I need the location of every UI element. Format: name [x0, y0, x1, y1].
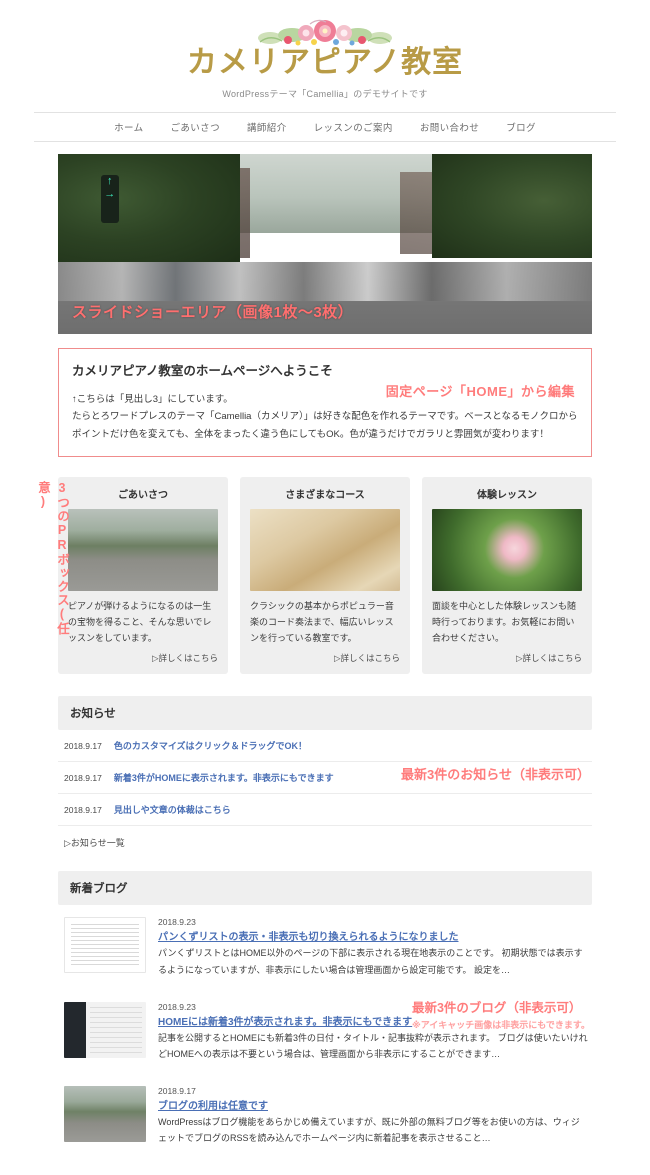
news-list-item[interactable]: 2018.9.17 色のカスタマイズはクリック＆ドラッグでOK！ — [58, 730, 592, 763]
annotation-news: 最新3件のお知らせ（非表示可） — [401, 767, 590, 783]
blog-excerpt: パンくずリストとはHOME以外のページの下部に表示される現在地表示のことです。 … — [158, 948, 583, 975]
news-list-item[interactable]: 2018.9.17 見出しや文章の体裁はこちら — [58, 794, 592, 827]
blog-date: 2018.9.23 — [158, 917, 196, 928]
slide-cars — [58, 261, 592, 302]
pr-box-more-link[interactable]: ▷詳しくはこちら — [68, 652, 218, 664]
traffic-arrow-up: ↑ — [106, 175, 113, 188]
floral-decoration-icon — [258, 19, 392, 46]
annotation-blog: 最新3件のブログ（非表示可） ※アイキャッチ画像は非表示にもできます。 — [412, 997, 590, 1031]
news-heading: お知らせ — [58, 696, 592, 731]
news-date: 2018.9.17 — [64, 805, 102, 816]
pr-box-text: クラシックの基本からポピュラー音楽のコード奏法まで、幅広いレッスンを行っている教… — [250, 601, 394, 643]
pr-box-more-link[interactable]: ▷詳しくはこちら — [250, 652, 400, 664]
annotation-pr-boxes: 3つのPRボックス(任意) — [36, 481, 69, 636]
pr-box-title: ごあいさつ — [118, 490, 168, 502]
nav-link-home[interactable]: ホーム — [114, 123, 143, 134]
pr-box-thumbnail-sheet-music-photo — [250, 509, 400, 592]
global-navigation: ホーム ごあいさつ 講師紹介 レッスンのご案内 お問い合わせ ブログ — [34, 111, 616, 142]
news-date: 2018.9.17 — [64, 773, 102, 784]
nav-item-instructor[interactable]: 講師紹介 — [247, 118, 287, 136]
blog-title-link[interactable]: HOMEには新着3件が表示されます。非表示にもできます — [158, 1017, 412, 1028]
blog-excerpt: WordPressはブログ機能をあらかじめ備えていますが、既に外部の無料ブログ等… — [158, 1117, 580, 1144]
blog-section: 新着ブログ 2018.9.23 パンくずリストの表示・非表示も切り換えられるよう… — [58, 871, 592, 1158]
blog-heading: 新着ブログ — [58, 871, 592, 906]
nav-link-contact[interactable]: お問い合わせ — [420, 123, 479, 134]
site-description: WordPressテーマ「Camellia」のデモサイトです — [222, 88, 428, 99]
news-title-link[interactable]: 見出しや文章の体裁はこちら — [114, 803, 231, 816]
blog-date: 2018.9.17 — [158, 1086, 196, 1097]
traffic-light-icon: ↑ → — [100, 175, 119, 224]
nav-item-home[interactable]: ホーム — [114, 118, 143, 136]
pr-box-thumbnail-flower-photo — [432, 509, 582, 592]
welcome-line-2: たらとろワードプレスのテーマ「Camellia（カメリア）」は好きな配色を作れる… — [72, 411, 578, 440]
pr-box-thumbnail-street-photo — [68, 509, 218, 592]
global-nav-list: ホーム ごあいさつ 講師紹介 レッスンのご案内 お問い合わせ ブログ — [114, 118, 536, 136]
pr-box-courses[interactable]: さまざまなコース クラシックの基本からポピュラー音楽のコード奏法まで、幅広いレッ… — [240, 477, 410, 675]
nav-item-contact[interactable]: お問い合わせ — [420, 118, 479, 136]
blog-thumbnail-street-photo — [64, 1086, 146, 1143]
blog-thumbnail-admin-screenshot — [64, 1001, 146, 1058]
nav-item-blog[interactable]: ブログ — [506, 118, 536, 136]
site-header: カメリアピアノ教室 WordPressテーマ「Camellia」のデモサイトです — [0, 0, 650, 100]
pr-box-trial-lesson[interactable]: 体験レッスン 面談を中心とした体験レッスンも随時行っております。お気軽にお問い合… — [422, 477, 592, 675]
pr-box-greeting[interactable]: ごあいさつ ピアノが弾けるようになるのは一生の宝物を得ること、そんな思いでレッス… — [58, 477, 228, 675]
welcome-box: カメリアピアノ教室のホームページへようこそ ↑こちらは「見出し3」にしています。… — [58, 347, 592, 458]
nav-item-greeting[interactable]: ごあいさつ — [170, 118, 220, 136]
news-title-link[interactable]: 新着3件がHOMEに表示されます。非表示にもできます — [114, 771, 334, 784]
blog-list: 2018.9.23 パンくずリストの表示・非表示も切り換えられるようになりました… — [58, 905, 592, 1158]
pr-boxes-section: 3つのPRボックス(任意) ごあいさつ ピアノが弾けるようになるのは一生の宝物を… — [36, 477, 592, 675]
pr-box-text: ピアノが弾けるようになるのは一生の宝物を得ること、そんな思いでレッスンをしていま… — [68, 601, 212, 643]
nav-link-greeting[interactable]: ごあいさつ — [170, 123, 220, 134]
slideshow-area[interactable]: ↑ → スライドショーエリア（画像1枚〜3枚） — [58, 153, 592, 334]
slide-trees-left — [58, 153, 240, 266]
nav-link-instructor[interactable]: 講師紹介 — [247, 123, 287, 134]
news-list: 2018.9.17 色のカスタマイズはクリック＆ドラッグでOK！ 2018.9.… — [58, 730, 592, 827]
annotation-home-edit: 固定ページ「HOME」から編集 — [385, 383, 575, 399]
blog-list-item[interactable]: 2018.9.23 パンくずリストの表示・非表示も切り換えられるようになりました… — [58, 905, 592, 989]
blog-thumbnail-document-screenshot — [64, 917, 146, 974]
pr-box-title: さまざまなコース — [285, 490, 365, 502]
annotation-blog-line2: ※アイキャッチ画像は非表示にもできます。 — [411, 1020, 590, 1031]
nav-link-blog[interactable]: ブログ — [506, 123, 536, 134]
news-date: 2018.9.17 — [64, 741, 102, 752]
site-title[interactable]: カメリアピアノ教室 — [0, 46, 650, 81]
annotation-blog-line1: 最新3件のブログ（非表示可） — [411, 1001, 582, 1016]
slideshow-caption: スライドショーエリア（画像1枚〜3枚） — [72, 303, 354, 321]
welcome-title: カメリアピアノ教室のホームページへようこそ — [72, 363, 333, 378]
pr-box-title: 体験レッスン — [477, 490, 537, 502]
page-root: カメリアピアノ教室 WordPressテーマ「Camellia」のデモサイトです… — [0, 0, 650, 1175]
blog-excerpt: 記事を公開するとHOMEにも新着3件の日付・タイトル・記事抜粋が表示されます。 … — [158, 1032, 588, 1059]
pr-box-more-link[interactable]: ▷詳しくはこちら — [432, 652, 582, 664]
blog-list-item[interactable]: 2018.9.17 ブログの利用は任意です WordPressはブログ機能をあら… — [58, 1074, 592, 1158]
news-title-link[interactable]: 色のカスタマイズはクリック＆ドラッグでOK！ — [114, 739, 307, 752]
blog-title-link[interactable]: ブログの利用は任意です — [158, 1101, 268, 1112]
blog-title-link[interactable]: パンくずリストの表示・非表示も切り換えられるようになりました — [158, 932, 459, 943]
news-archive-link[interactable]: ▷お知らせ一覧 — [58, 826, 592, 849]
nav-item-lessons[interactable]: レッスンのご案内 — [314, 118, 393, 136]
pr-box-text: 面談を中心とした体験レッスンも随時行っております。お気軽にお問い合わせください。 — [432, 601, 577, 643]
nav-link-lessons[interactable]: レッスンのご案内 — [314, 123, 393, 134]
traffic-arrow-right: → — [104, 187, 116, 200]
slide-trees-right — [431, 153, 592, 258]
news-section: お知らせ 2018.9.17 色のカスタマイズはクリック＆ドラッグでOK！ 20… — [58, 696, 592, 849]
